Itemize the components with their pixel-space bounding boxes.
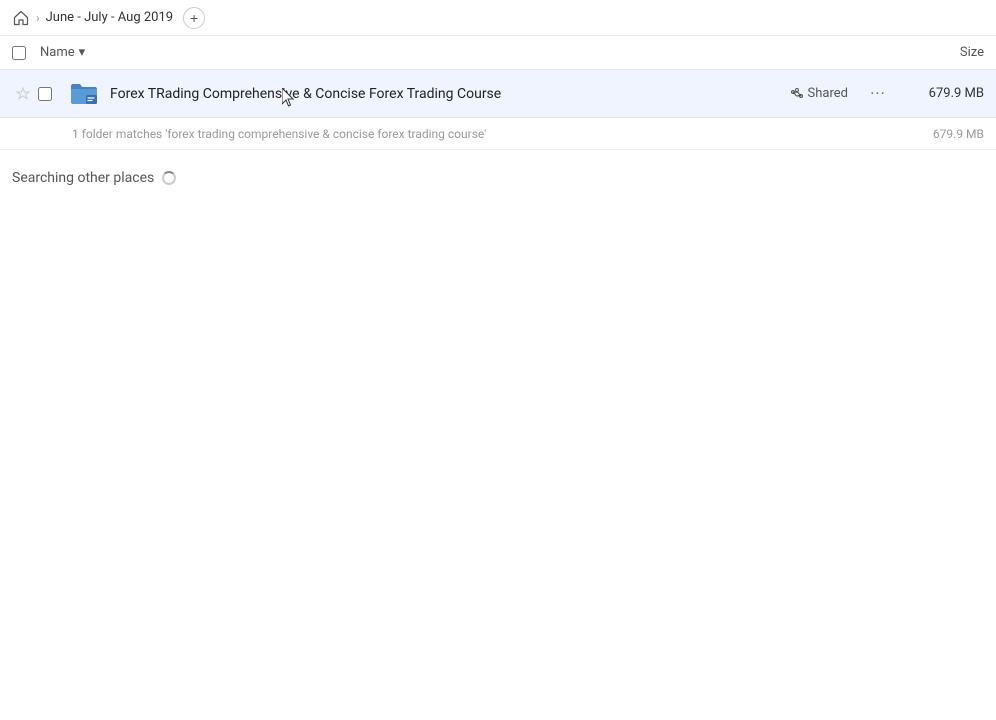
breadcrumb-path[interactable]: June - July - Aug 2019 — [46, 10, 173, 25]
size-column-header: Size — [884, 45, 984, 60]
breadcrumb-separator: › — [36, 11, 40, 25]
link-icon — [790, 87, 804, 101]
breadcrumb-bar: › June - July - Aug 2019 + — [0, 0, 996, 36]
header-checkbox-col — [12, 46, 40, 60]
star-icon[interactable] — [12, 87, 34, 101]
sort-icon: ▾ — [79, 45, 86, 60]
shared-label: Shared — [808, 86, 848, 101]
match-info-row: 1 folder matches 'forex trading comprehe… — [0, 118, 996, 150]
match-text: 1 folder matches 'forex trading comprehe… — [72, 127, 904, 141]
searching-title: Searching other places — [12, 170, 154, 186]
home-icon[interactable] — [12, 9, 30, 27]
more-options-button[interactable]: ··· — [864, 80, 892, 108]
select-all-checkbox[interactable] — [12, 46, 26, 60]
file-name: Forex TRading Comprehensive & Concise Fo… — [110, 86, 790, 102]
shared-badge: Shared — [790, 86, 848, 101]
name-label: Name — [40, 45, 75, 60]
file-row[interactable]: Forex TRading Comprehensive & Concise Fo… — [0, 70, 996, 118]
match-size: 679.9 MB — [904, 127, 984, 141]
folder-icon — [68, 78, 100, 110]
loading-spinner — [162, 171, 176, 185]
add-button[interactable]: + — [183, 7, 205, 29]
name-column-header[interactable]: Name ▾ — [40, 45, 884, 60]
item-checkbox[interactable] — [38, 87, 52, 101]
searching-section: Searching other places — [0, 150, 996, 194]
row-checkbox[interactable] — [38, 87, 60, 101]
column-header-row: Name ▾ Size — [0, 36, 996, 70]
file-size: 679.9 MB — [904, 86, 984, 101]
